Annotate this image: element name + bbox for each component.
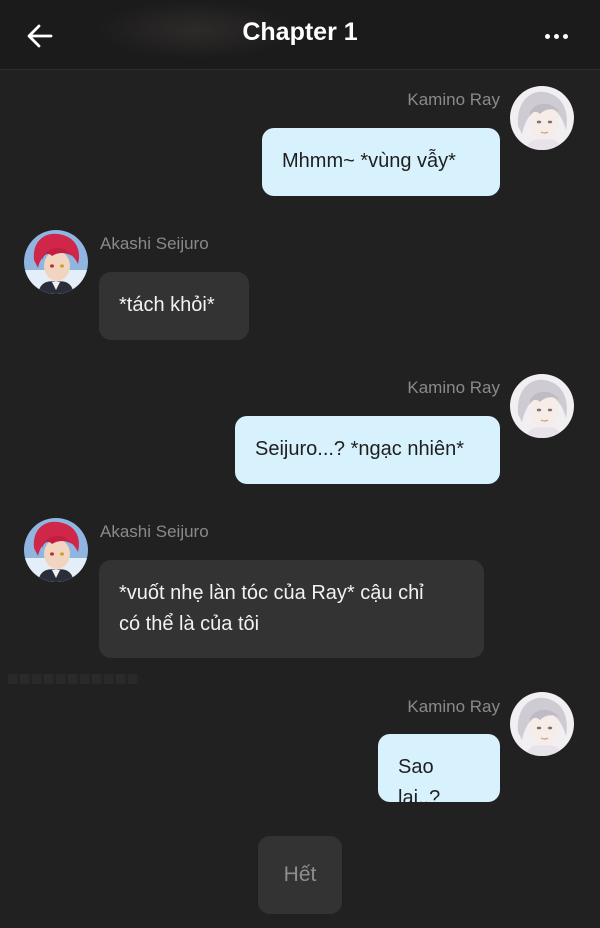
more-horizontal-icon	[544, 33, 550, 39]
avatar-akashi-seijuro[interactable]	[24, 230, 88, 294]
arrow-left-icon	[27, 24, 53, 48]
avatar-kamino-ray[interactable]	[510, 86, 574, 150]
sender-name: Kamino Ray	[407, 90, 500, 109]
faint-watermark	[8, 674, 140, 684]
more-options-button[interactable]	[532, 14, 580, 58]
message-bubble: *tách khỏi*	[99, 272, 249, 340]
sender-name: Kamino Ray	[407, 378, 500, 397]
avatar-kamino-ray[interactable]	[510, 374, 574, 438]
message-text: *tách khỏi*	[119, 294, 215, 316]
end-chapter-button[interactable]: Hết	[258, 836, 342, 914]
message-text: Seijuro...? *ngạc nhiên*	[255, 438, 465, 460]
avatar-akashi-seijuro[interactable]	[24, 518, 88, 582]
sender-name: Kamino Ray	[407, 697, 500, 716]
avatar-kamino-ray[interactable]	[510, 692, 574, 756]
chapter-title: Chapter 1	[242, 18, 358, 46]
message-text: Sao lại..?	[398, 756, 441, 809]
back-button[interactable]	[18, 14, 62, 58]
top-bar: Chapter 1	[0, 0, 600, 70]
message-bubble: Seijuro...? *ngạc nhiên*	[235, 416, 500, 484]
message-bubble: Mhmm~ *vùng vẫy*	[262, 128, 500, 196]
message-bubble: *vuốt nhẹ làn tóc của Ray* cậu chỉ có th…	[99, 560, 484, 658]
sender-name: Akashi Seijuro	[100, 234, 209, 253]
message-text: Mhmm~ *vùng vẫy*	[282, 150, 456, 172]
sender-name: Akashi Seijuro	[100, 522, 209, 541]
message-text: có thể là của tôi	[119, 613, 260, 635]
message-text: *vuốt nhẹ làn tóc của Ray* cậu chỉ	[119, 582, 424, 604]
message-bubble: Sao lại..?	[378, 734, 500, 809]
chat-screen: Chapter 1 Kamino Ray Mhmm~ *vùng vẫy* Ak…	[0, 0, 600, 928]
